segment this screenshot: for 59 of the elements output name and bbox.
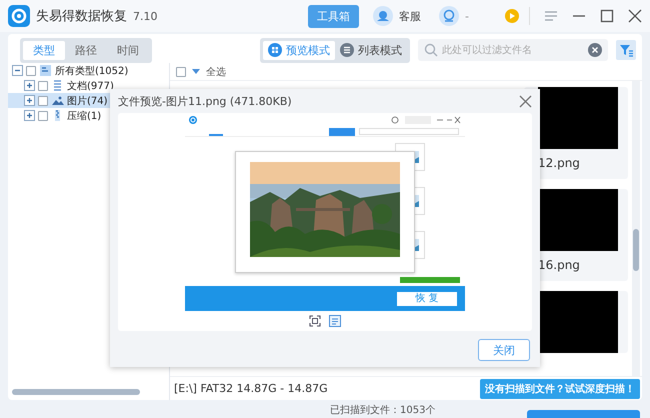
- close-button[interactable]: 关闭: [478, 339, 530, 361]
- scrollbar-thumb[interactable]: [12, 389, 140, 395]
- scanned-count: 已扫描到文件：1053个: [330, 404, 436, 418]
- select-all-label[interactable]: 全选: [206, 64, 226, 78]
- toolbox-button[interactable]: 工具箱: [308, 4, 360, 28]
- deep-scan-banner: [400, 277, 460, 283]
- drive-info: [E:\] FAT32 14.87G - 14.87G: [174, 382, 328, 395]
- window-controls-drawing: [391, 116, 461, 124]
- checkbox[interactable]: [38, 96, 48, 106]
- clear-icon[interactable]: [588, 43, 602, 57]
- checkbox[interactable]: [38, 110, 48, 120]
- app-version: 7.10: [133, 10, 158, 22]
- grid-icon: [268, 43, 282, 57]
- expand-icon[interactable]: [24, 95, 35, 106]
- expand-icon[interactable]: [24, 110, 35, 121]
- logo-icon: [189, 116, 197, 124]
- headset-icon[interactable]: [373, 6, 394, 26]
- image-icon[interactable]: [329, 315, 341, 327]
- search-icon: [424, 43, 438, 57]
- file-name: 12.png: [538, 155, 581, 172]
- tree-item[interactable]: 压缩(1): [8, 108, 169, 123]
- image-icon: [51, 94, 64, 107]
- thumbnail[interactable]: [538, 291, 618, 353]
- folder-icon: [39, 64, 52, 77]
- file-name: 16.png: [538, 257, 581, 274]
- checkbox[interactable]: [38, 80, 48, 90]
- checkbox[interactable]: [26, 66, 36, 76]
- dropdown-icon[interactable]: [192, 68, 200, 74]
- view-mode-button[interactable]: 列表模式: [335, 40, 407, 60]
- app-title: 失易得数据恢复: [36, 8, 127, 25]
- close-icon[interactable]: [519, 94, 532, 108]
- service-label[interactable]: 客服: [399, 8, 422, 24]
- search-field[interactable]: 此处可以过滤文件名: [418, 39, 608, 61]
- menu-icon[interactable]: [544, 10, 558, 22]
- thumbnail[interactable]: [538, 189, 618, 251]
- badge-icon[interactable]: [505, 9, 519, 23]
- user-name[interactable]: -: [465, 10, 469, 22]
- view-mode-button[interactable]: 预览模式: [263, 40, 335, 60]
- tab[interactable]: 路径: [65, 40, 107, 60]
- tree-item[interactable]: 文档(977): [8, 78, 169, 93]
- document-icon: [51, 79, 64, 92]
- close-icon[interactable]: [628, 9, 642, 23]
- filter-icon: [619, 43, 633, 57]
- tab[interactable]: 类型: [23, 40, 65, 60]
- list-icon: [340, 43, 354, 57]
- filter-button[interactable]: [616, 40, 636, 60]
- expand-icon[interactable]: [24, 80, 35, 91]
- deep-scan-button[interactable]: 没有扫描到文件？试试深度扫描！: [480, 378, 640, 398]
- checkbox[interactable]: [176, 66, 186, 76]
- logo-icon: [8, 5, 30, 27]
- tab[interactable]: 时间: [107, 40, 149, 60]
- collapse-icon[interactable]: [12, 65, 23, 76]
- tree-item[interactable]: 所有类型(1052): [8, 63, 169, 78]
- maximize-icon[interactable]: [600, 9, 614, 23]
- tab-indicator: [209, 134, 223, 136]
- fit-screen-icon[interactable]: [309, 315, 321, 327]
- user-icon[interactable]: [439, 6, 460, 26]
- scrollbar-thumb[interactable]: [633, 229, 639, 271]
- thumbnail[interactable]: [538, 87, 618, 149]
